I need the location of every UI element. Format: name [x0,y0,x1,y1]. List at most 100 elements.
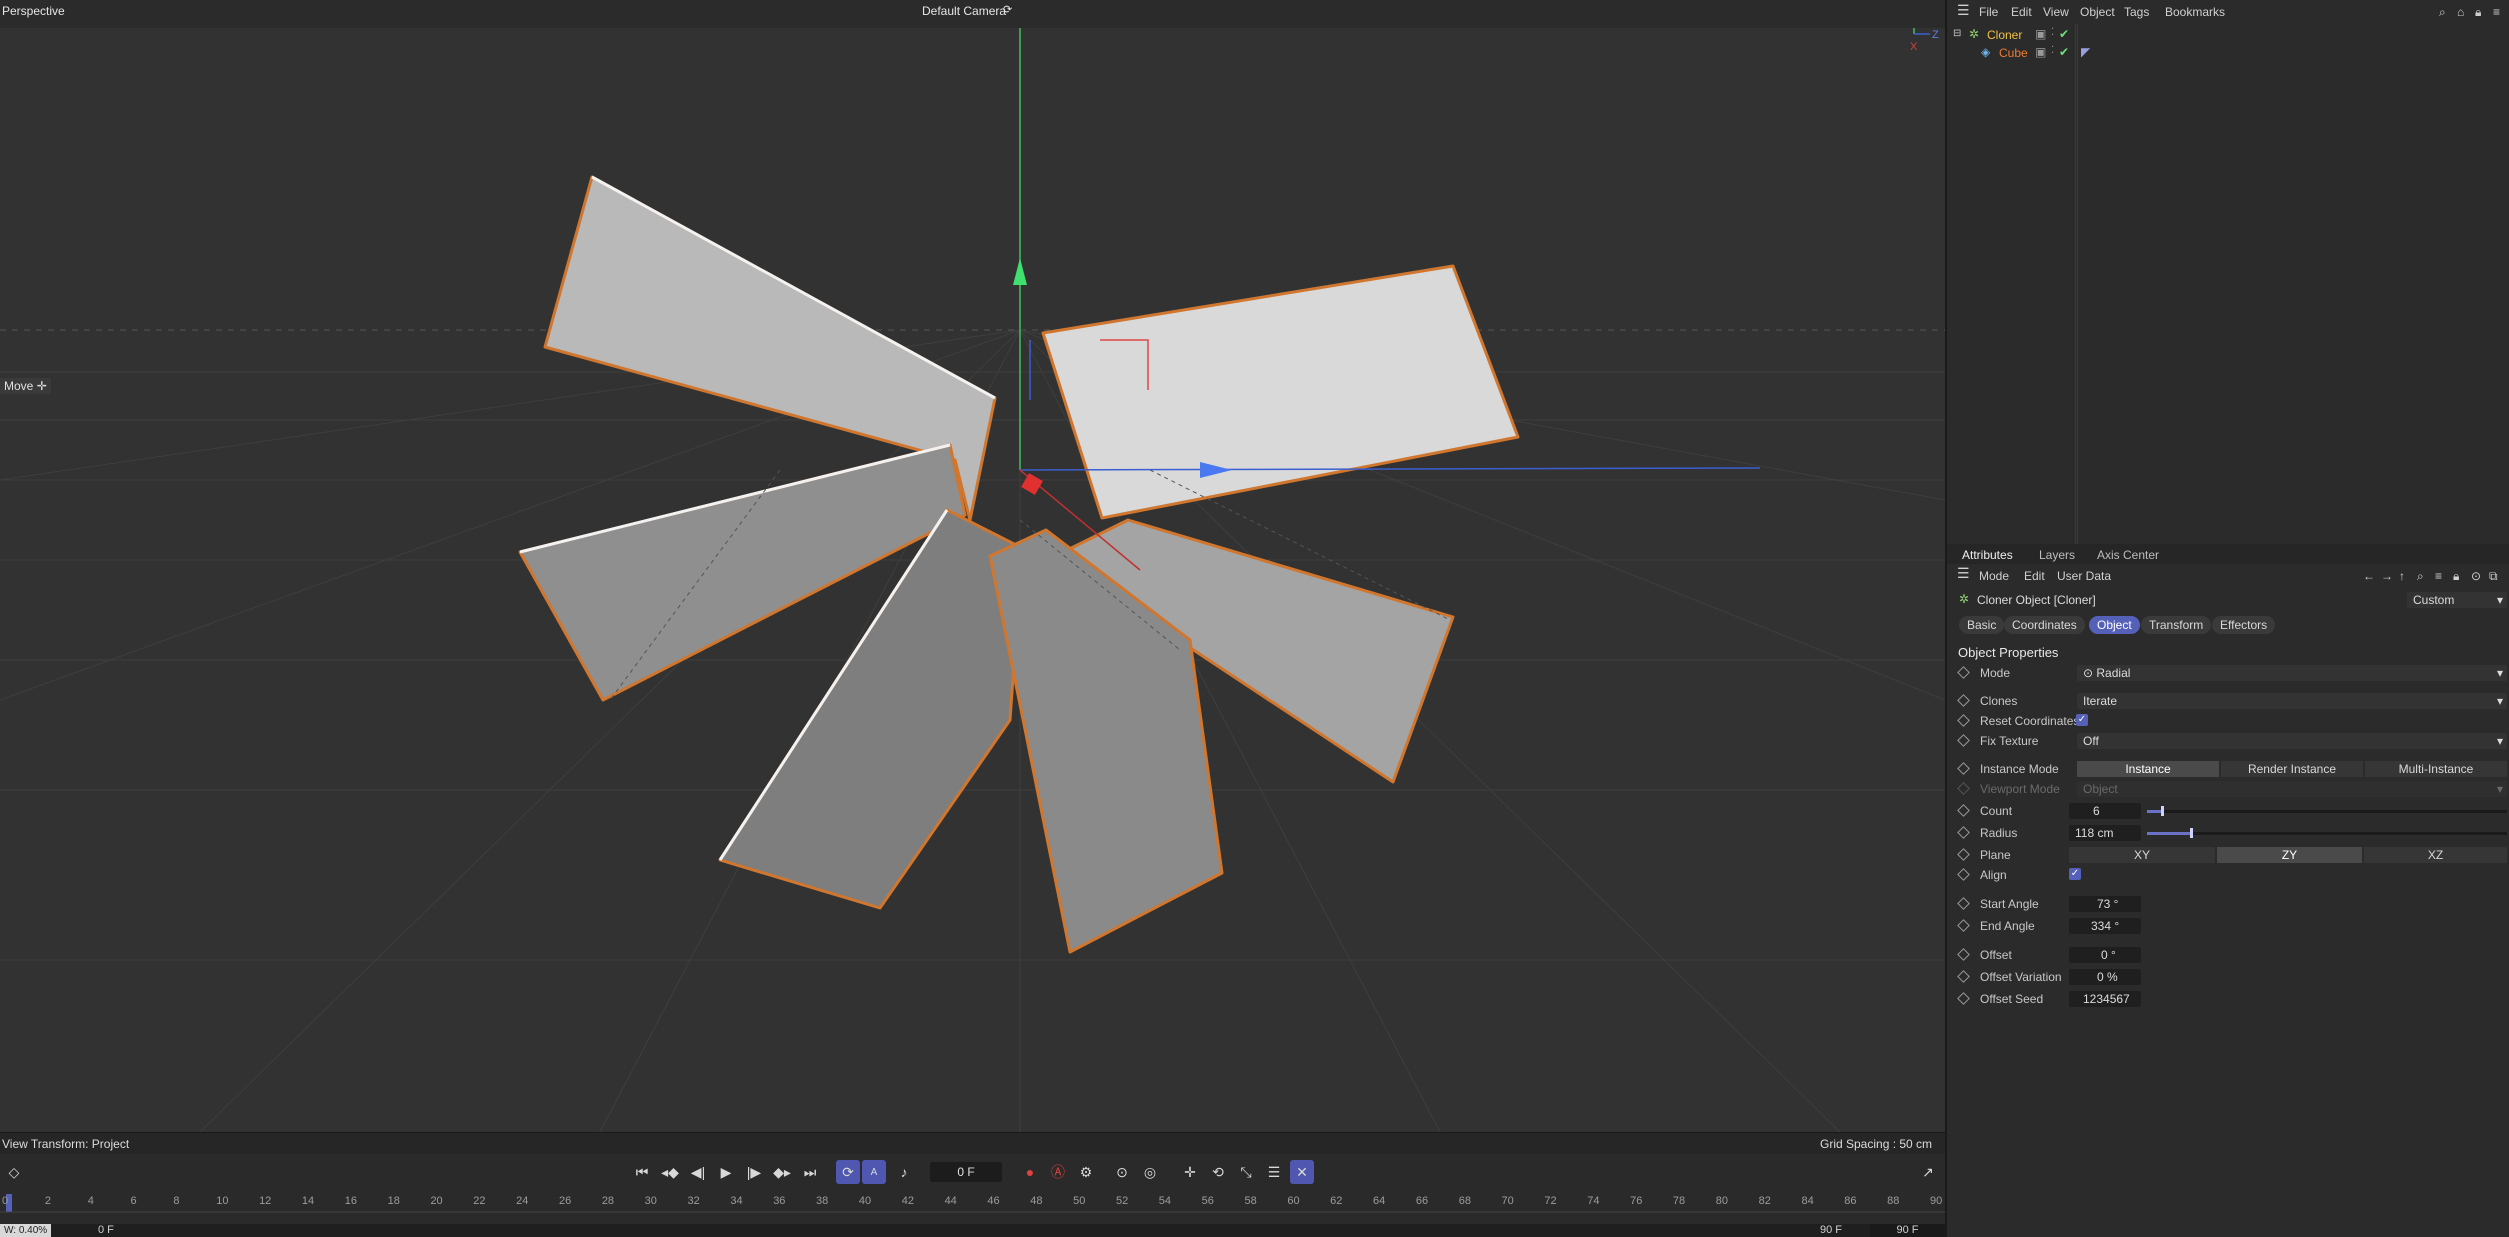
camera-icon[interactable]: ⟳ [1003,3,1012,16]
animate-diamond-icon[interactable] [1957,992,1970,1005]
max-frame-field[interactable]: 90 F [1870,1224,1945,1237]
count-slider-knob[interactable] [2161,806,2164,816]
radius-slider-knob[interactable] [2190,828,2193,838]
key-pla-icon[interactable]: ✕ [1290,1160,1314,1184]
menu-mode[interactable]: Mode [1979,569,2009,583]
subtab-object[interactable]: Object [2089,616,2140,634]
prev-key-icon[interactable]: ◂◆ [658,1160,682,1184]
new-window-icon[interactable]: ⧉ [2489,569,2498,584]
key-scale-param-icon[interactable]: ⤡ [1234,1160,1258,1184]
range-bar[interactable]: W: 0.40% 0 F 90 F 90 F [0,1224,1945,1237]
menu-edit[interactable]: Edit [2011,5,2032,19]
fix-texture-dropdown[interactable]: Off ▾ [2077,733,2507,749]
layer-icon[interactable]: ▣ [2035,27,2046,41]
animate-diamond-icon[interactable] [1957,734,1970,747]
animate-diamond-icon[interactable] [1957,826,1970,839]
sound-icon[interactable]: ♪ [892,1160,916,1184]
visibility-icon[interactable]: ⁚ [2051,27,2054,38]
key-lock-icon[interactable]: ⊙ [1110,1160,1134,1184]
graph-view-icon[interactable]: ↗ [1916,1160,1940,1184]
animate-diamond-icon[interactable] [1957,970,1970,983]
collapse-icon[interactable]: ⊟ [1953,28,1961,39]
keyframe-diamond-icon[interactable]: ◇ [2,1160,26,1184]
tab-axis-center[interactable]: Axis Center [2097,548,2159,562]
radius-field[interactable]: 118 cm [2069,825,2141,841]
animate-diamond-icon[interactable] [1957,694,1970,707]
search-icon[interactable]: ⌕ [2439,5,2446,20]
plane-zy[interactable]: ZY [2217,847,2362,863]
keyframe-selection-icon[interactable]: ⚙ [1074,1160,1098,1184]
animate-diamond-icon[interactable] [1957,762,1970,775]
plane-xy[interactable]: XY [2069,847,2215,863]
tab-layers[interactable]: Layers [2039,548,2075,562]
subtab-basic[interactable]: Basic [1959,616,2005,634]
animate-diamond-icon[interactable] [1957,868,1970,881]
menu-bookmarks[interactable]: Bookmarks [2165,5,2225,19]
subtab-effectors[interactable]: Effectors [2212,616,2276,634]
hamburger-icon[interactable]: ☰ [1957,565,1970,582]
offset-field[interactable]: 0 ° [2069,947,2141,963]
next-frame-icon[interactable]: |▶ [742,1160,766,1184]
end-angle-field[interactable]: 334 ° [2069,918,2141,934]
count-slider[interactable] [2147,810,2507,813]
auto-speed-icon[interactable]: A [862,1160,886,1184]
menu-object[interactable]: Object [2080,5,2115,19]
hamburger-icon[interactable]: ☰ [1957,2,1970,19]
mode-dropdown[interactable]: ⊙ Radial ▾ [2077,665,2507,681]
animate-diamond-icon[interactable] [1957,948,1970,961]
animate-diamond-icon[interactable] [1957,848,1970,861]
align-checkbox[interactable]: ✓ [2069,868,2081,880]
lock-icon[interactable]: 🔒︎ [2453,569,2459,584]
visibility-icon[interactable]: ⁚ [2051,45,2054,56]
settings-icon[interactable]: ⊙ [2471,569,2481,583]
layer-icon[interactable]: ▣ [2035,45,2046,59]
subtab-transform[interactable]: Transform [2141,616,2212,634]
plane-xz[interactable]: XZ [2364,847,2507,863]
radius-slider[interactable] [2147,832,2507,835]
timeline-ruler[interactable] [0,1192,1945,1214]
view-name[interactable]: Perspective [2,4,65,18]
key-position-icon[interactable]: ✛ [1178,1160,1202,1184]
prev-frame-icon[interactable]: ◀| [686,1160,710,1184]
end-frame-field[interactable]: 90 F [1820,1224,1842,1237]
menu-file[interactable]: File [1979,5,1998,19]
phong-tag-icon[interactable]: ◤ [2081,45,2090,59]
autokey-icon[interactable]: Ⓐ [1046,1160,1070,1184]
3d-viewport[interactable]: Y Z X Perspective Default Camera ⟳ Move … [0,0,1945,1132]
current-frame-field[interactable]: 0 F [930,1162,1002,1182]
animate-diamond-icon[interactable] [1957,714,1970,727]
instance-mode-render-instance[interactable]: Render Instance [2221,761,2363,777]
tree-row-cube[interactable]: ◈ Cube ▣ ⁚ ✔ ◤ [1947,45,2509,63]
go-to-start-icon[interactable]: ⏮ [630,1160,654,1184]
go-to-end-icon[interactable]: ⏭ [798,1160,822,1184]
enabled-check-icon[interactable]: ✔ [2059,45,2069,59]
next-key-icon[interactable]: ◆▸ [770,1160,794,1184]
subtab-coordinates[interactable]: Coordinates [2004,616,2085,634]
menu-user-data[interactable]: User Data [2057,569,2111,583]
key-param-icon[interactable]: ☰ [1262,1160,1286,1184]
clones-dropdown[interactable]: Iterate ▾ [2077,693,2507,709]
instance-mode-instance[interactable]: Instance [2077,761,2219,777]
object-name[interactable]: Cloner [1987,28,2022,42]
animate-diamond-icon[interactable] [1957,897,1970,910]
home-icon[interactable]: ⌂ [2457,5,2464,19]
key-scale-icon[interactable]: ◎ [1138,1160,1162,1184]
menu-view[interactable]: View [2043,5,2069,19]
animate-diamond-icon[interactable] [1957,919,1970,932]
menu-tags[interactable]: Tags [2124,5,2149,19]
filter-icon[interactable]: ≡ [2435,569,2442,583]
preset-dropdown[interactable]: Custom ▾ [2407,592,2507,608]
menu-edit[interactable]: Edit [2024,569,2045,583]
instance-mode-multi-instance[interactable]: Multi-Instance [2365,761,2507,777]
back-arrow-icon[interactable]: ← [2363,569,2375,583]
count-field[interactable]: 6 [2069,803,2141,819]
forward-arrow-icon[interactable]: → [2381,569,2393,583]
start-frame-field[interactable]: 0 F [98,1224,114,1237]
offset-seed-field[interactable]: 1234567 [2069,991,2141,1007]
tree-row-cloner[interactable]: ⊟ ✲ Cloner ▣ ⁚ ✔ [1947,27,2509,45]
reset-coordinates-checkbox[interactable]: ✓ [2076,714,2088,726]
offset-variation-field[interactable]: 0 % [2069,969,2141,985]
key-rotation-icon[interactable]: ⟲ [1206,1160,1230,1184]
object-name[interactable]: Cube [1999,46,2028,60]
animate-diamond-icon[interactable] [1957,804,1970,817]
